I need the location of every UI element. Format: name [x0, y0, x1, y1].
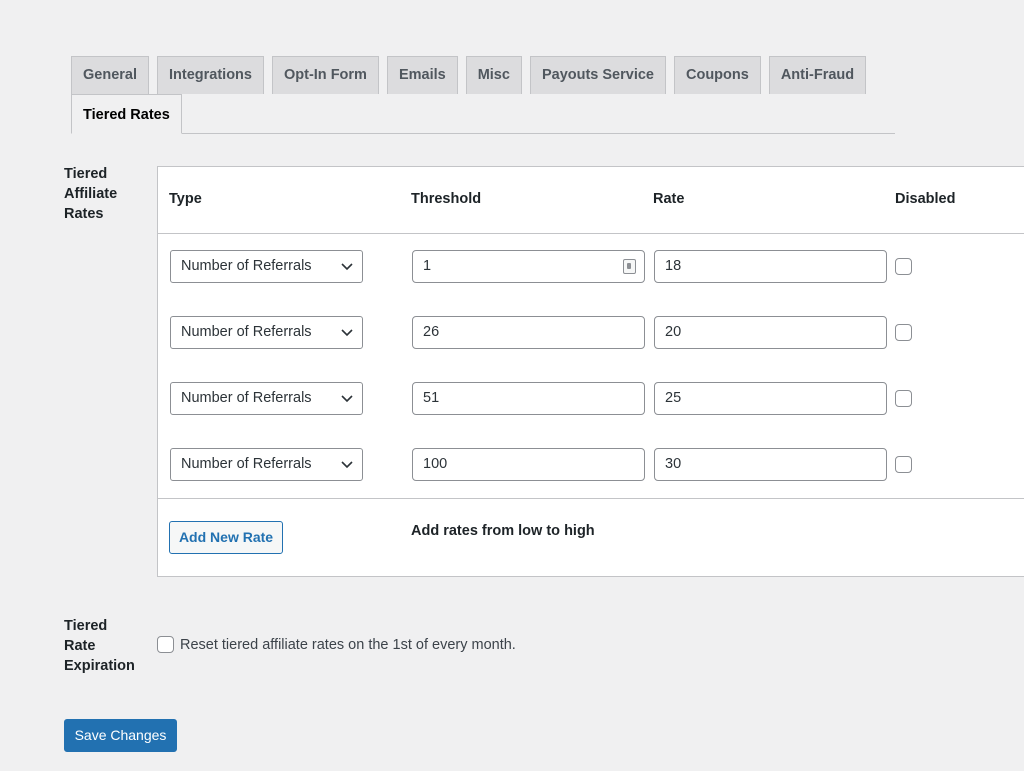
type-select[interactable]: Number of Referrals — [170, 250, 363, 283]
table-row: Number of Referrals 51 25 — [158, 382, 1024, 416]
table-footer: Add New Rate Add rates from low to high — [158, 499, 1024, 577]
tab-opt-in-form[interactable]: Opt-In Form — [271, 56, 379, 94]
type-select-value: Number of Referrals — [181, 456, 312, 472]
column-header-rate: Rate — [653, 191, 685, 207]
reset-monthly-label[interactable]: Reset tiered affiliate rates on the 1st … — [180, 636, 516, 654]
disabled-checkbox[interactable] — [895, 456, 912, 473]
rate-value: 18 — [665, 258, 682, 274]
label-line: Rates — [64, 206, 104, 222]
chevron-down-icon — [341, 461, 353, 469]
autofill-contact-icon[interactable] — [623, 259, 636, 274]
tab-general[interactable]: General — [71, 56, 149, 94]
table-header: Type Threshold Rate Disabled — [158, 167, 1024, 234]
table-row: Number of Referrals 26 20 — [158, 316, 1024, 350]
tiered-rate-expiration-label: Tiered Rate Expiration — [64, 616, 144, 676]
tab-emails[interactable]: Emails — [386, 56, 458, 94]
label-line: Tiered — [64, 618, 108, 634]
disabled-checkbox[interactable] — [895, 258, 912, 275]
save-changes-button[interactable]: Save Changes — [64, 719, 177, 752]
threshold-input[interactable]: 26 — [412, 316, 645, 349]
type-select-value: Number of Referrals — [181, 390, 312, 406]
table-body: Number of Referrals 1 18 Number of Refer… — [158, 234, 1024, 499]
column-header-threshold: Threshold — [411, 191, 482, 207]
tab-coupons[interactable]: Coupons — [674, 56, 761, 94]
label-line: Expiration — [64, 658, 135, 674]
rate-input[interactable]: 20 — [654, 316, 887, 349]
threshold-input[interactable]: 100 — [412, 448, 645, 481]
threshold-input[interactable]: 51 — [412, 382, 645, 415]
tab-anti-fraud[interactable]: Anti-Fraud — [768, 56, 867, 94]
chevron-down-icon — [341, 329, 353, 337]
tab-integrations[interactable]: Integrations — [157, 56, 264, 94]
type-select-value: Number of Referrals — [181, 258, 312, 274]
rate-input[interactable]: 18 — [654, 250, 887, 283]
column-header-disabled: Disabled — [895, 191, 956, 207]
label-line: Tiered — [64, 166, 108, 182]
disabled-checkbox[interactable] — [895, 390, 912, 407]
disabled-checkbox[interactable] — [895, 324, 912, 341]
add-new-rate-button[interactable]: Add New Rate — [169, 521, 283, 554]
settings-tabs: General Integrations Opt-In Form Emails … — [71, 56, 895, 134]
tab-payouts-service[interactable]: Payouts Service — [529, 56, 666, 94]
threshold-value: 100 — [423, 456, 448, 472]
rate-input[interactable]: 30 — [654, 448, 887, 481]
rates-order-hint: Add rates from low to high — [411, 523, 595, 539]
table-row: Number of Referrals 1 18 — [158, 250, 1024, 284]
type-select[interactable]: Number of Referrals — [170, 316, 363, 349]
label-line: Rate — [64, 638, 96, 654]
rate-value: 25 — [665, 390, 682, 406]
threshold-input[interactable]: 1 — [412, 250, 645, 283]
tiered-affiliate-rates-label: Tiered Affiliate Rates — [64, 164, 144, 224]
table-row: Number of Referrals 100 30 — [158, 448, 1024, 482]
label-line: Affiliate — [64, 186, 118, 202]
threshold-value: 51 — [423, 390, 440, 406]
rate-value: 20 — [665, 324, 682, 340]
type-select[interactable]: Number of Referrals — [170, 448, 363, 481]
threshold-value: 1 — [423, 258, 432, 274]
threshold-value: 26 — [423, 324, 440, 340]
tab-misc[interactable]: Misc — [465, 56, 522, 94]
chevron-down-icon — [341, 263, 353, 271]
reset-monthly-checkbox[interactable] — [157, 636, 174, 653]
rate-value: 30 — [665, 456, 682, 472]
tiered-rates-table: Type Threshold Rate Disabled Number of R… — [157, 166, 1024, 577]
tab-tiered-rates[interactable]: Tiered Rates — [71, 94, 182, 134]
column-header-type: Type — [169, 191, 202, 207]
type-select-value: Number of Referrals — [181, 324, 312, 340]
type-select[interactable]: Number of Referrals — [170, 382, 363, 415]
chevron-down-icon — [341, 395, 353, 403]
rate-input[interactable]: 25 — [654, 382, 887, 415]
